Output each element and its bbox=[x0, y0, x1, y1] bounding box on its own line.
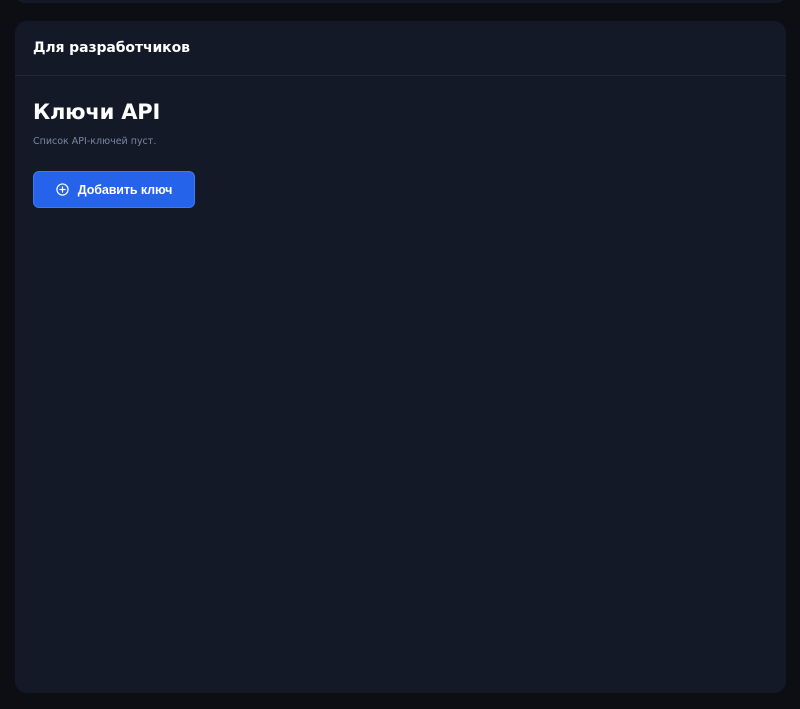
add-key-button[interactable]: Добавить ключ bbox=[33, 171, 195, 208]
card-header: Для разработчиков bbox=[15, 21, 786, 76]
add-key-button-label: Добавить ключ bbox=[77, 182, 173, 197]
api-keys-section: Ключи API Список API-ключей пуст. Добави… bbox=[15, 76, 786, 208]
card-header-title: Для разработчиков bbox=[33, 40, 190, 56]
developers-card: Для разработчиков Ключи API Список API-к… bbox=[15, 21, 786, 693]
plus-circle-icon bbox=[56, 183, 69, 196]
api-keys-empty-text: Список API-ключей пуст. bbox=[33, 136, 157, 147]
previous-card-edge bbox=[15, 0, 786, 3]
api-keys-title: Ключи API bbox=[33, 100, 161, 124]
